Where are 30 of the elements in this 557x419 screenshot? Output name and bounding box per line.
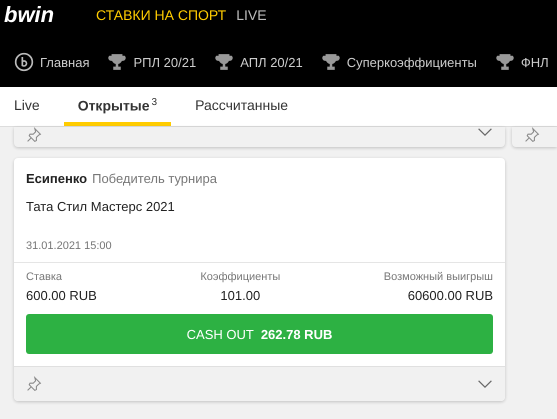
field-label: Ставка [26, 271, 63, 283]
field-label: Коэффициенты [200, 271, 280, 283]
field-label: Возможный выигрыш [384, 271, 493, 283]
header-nav-link[interactable]: LIVE [236, 7, 267, 23]
field-value: 101.00 [220, 288, 260, 303]
sport-nav-item[interactable]: ФНЛ [494, 52, 549, 72]
trophy-icon [107, 52, 128, 72]
trophy-icon [320, 52, 341, 72]
sport-nav-item[interactable]: РПЛ 20/21 [107, 52, 196, 72]
trophy-icon [214, 52, 234, 72]
bwin-logo[interactable]: bwin [4, 4, 96, 26]
tab[interactable]: Рассчитанные [181, 87, 302, 126]
pin-icon[interactable] [26, 376, 42, 392]
tab[interactable]: Live [0, 87, 54, 126]
sport-nav-item[interactable]: Суперкоэффициенты [320, 52, 477, 72]
market-name: Победитель турнира [92, 171, 217, 186]
event-date: 31.01.2021 15:00 [26, 240, 113, 252]
circle-logo-icon [14, 52, 34, 72]
header-nav-link[interactable]: СТАВКИ НА СПОРТ [96, 7, 226, 23]
trophy-icon [494, 52, 515, 72]
pin-icon[interactable] [26, 127, 42, 143]
chevron-down-icon[interactable] [477, 379, 493, 389]
sport-nav-item[interactable]: АПЛ 20/21 [214, 52, 303, 72]
chevron-down-icon[interactable] [477, 127, 493, 137]
selection-name: Есипенко [26, 171, 88, 186]
event-name: Тата Стил Мастерс 2021 [26, 199, 176, 214]
pin-icon[interactable] [524, 127, 540, 143]
field-value: 60600.00 RUB [408, 288, 493, 303]
field-value: 600.00 RUB [26, 288, 97, 303]
sport-nav-item[interactable]: Главная [14, 52, 90, 72]
